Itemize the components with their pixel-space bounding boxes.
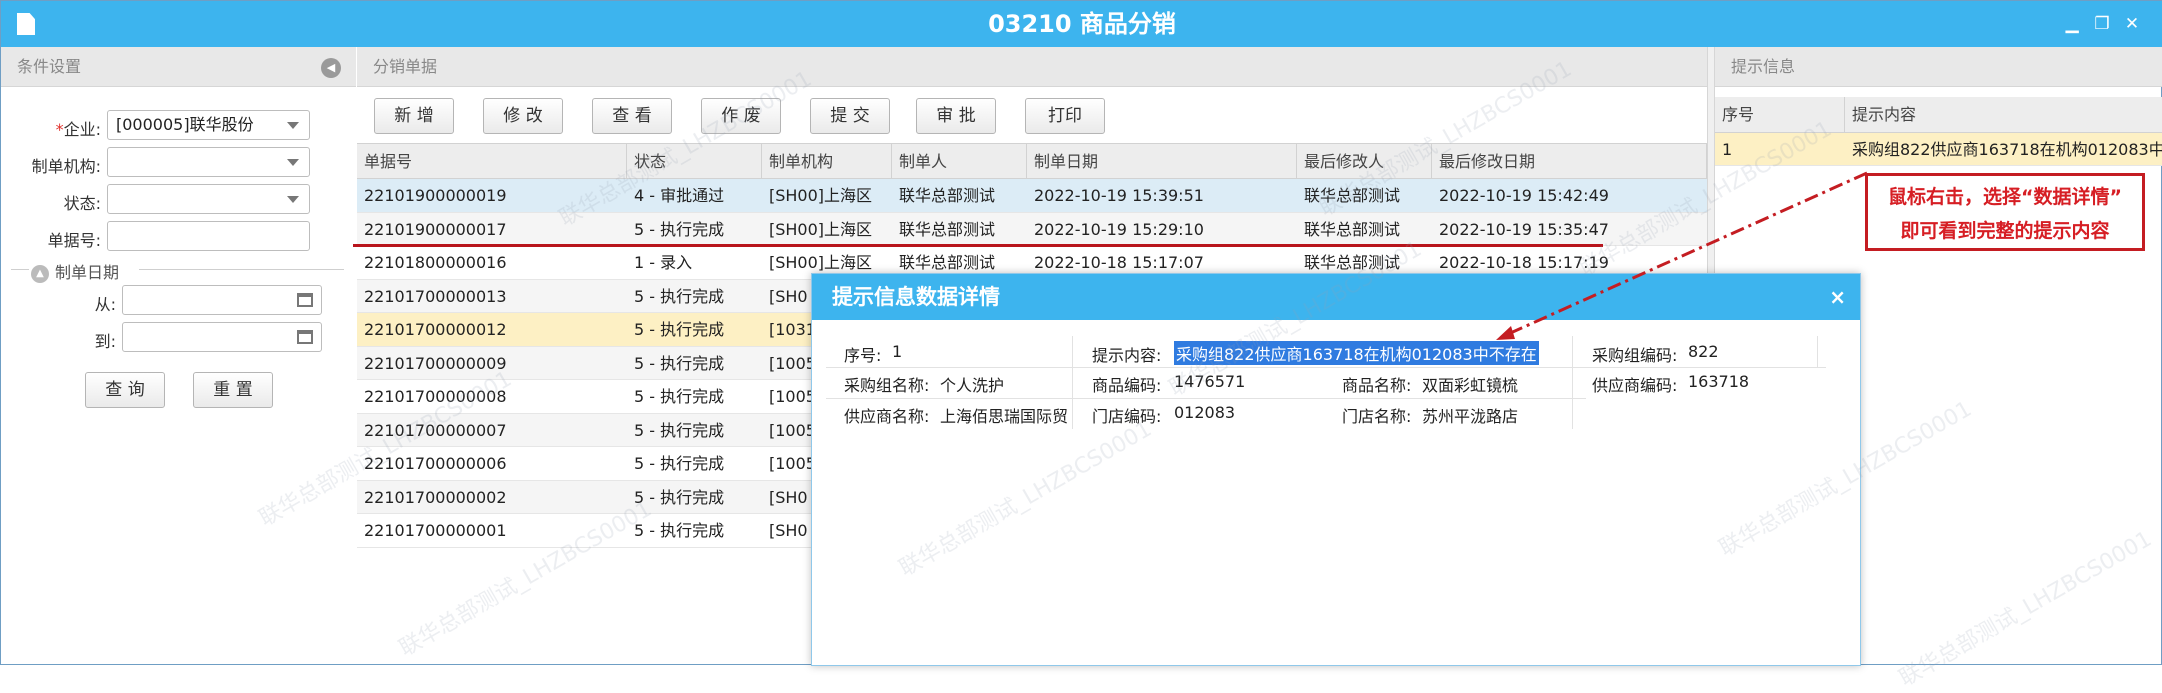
annotation-arrow [1496, 171, 1868, 340]
app-window: 03210 商品分销 ▁ ❐ ✕ 条件设置 ◀ *企业: [000005]联华股… [0, 0, 2162, 692]
